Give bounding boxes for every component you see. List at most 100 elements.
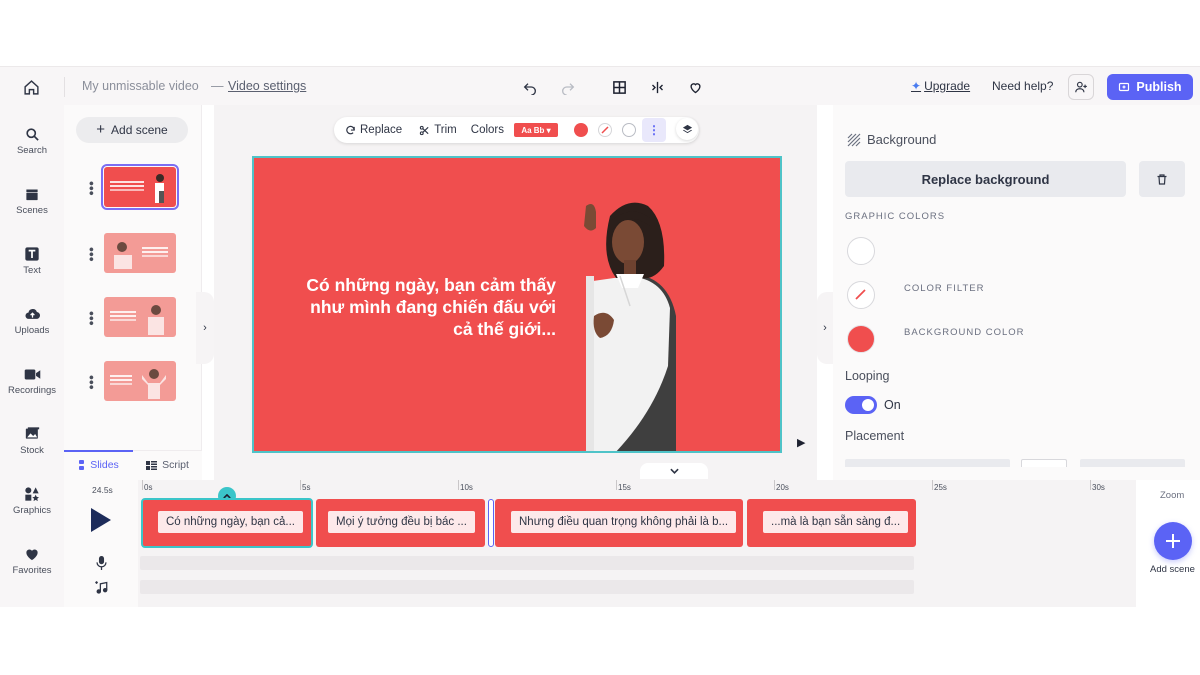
sparkle-icon: ✦	[911, 79, 922, 93]
replace-background-button[interactable]: Replace background	[845, 161, 1126, 197]
thumbnail-figure	[114, 242, 132, 269]
more-options-button[interactable]: ⋮	[642, 118, 666, 142]
character-illustration[interactable]	[572, 196, 676, 453]
nav-graphics[interactable]: Graphics	[0, 479, 64, 529]
collapse-properties-panel-button[interactable]: ›	[817, 292, 833, 364]
ruler-tick: 5s	[299, 480, 311, 492]
trim-button[interactable]: Trim	[419, 124, 457, 136]
thumbnail-figure	[142, 369, 166, 399]
nav-search[interactable]: Search	[0, 119, 64, 169]
chevron-right-icon: ›	[203, 322, 207, 334]
thumbnail-text	[142, 247, 168, 249]
nav-text[interactable]: Text	[0, 239, 64, 289]
publish-label: Publish	[1136, 80, 1182, 94]
add-scene-button[interactable]: + Add scene	[76, 117, 188, 143]
clip-label: Có những ngày, bạn cả...	[158, 511, 303, 533]
music-track[interactable]	[140, 580, 914, 594]
scene-thumbnail-row: •••	[64, 361, 202, 405]
heart-outline-icon[interactable]	[684, 76, 706, 98]
scene-menu-icon[interactable]: •••	[84, 247, 100, 262]
scene-menu-icon[interactable]: •••	[84, 375, 100, 390]
nav-recordings[interactable]: Recordings	[0, 359, 64, 409]
nav-favorites[interactable]: Favorites	[0, 539, 64, 589]
color-palette-badge: Aa Bb ▾	[514, 123, 558, 137]
color-filter-swatch[interactable]	[847, 281, 875, 309]
add-scene-fab-button[interactable]	[1154, 522, 1192, 560]
chevron-up-icon	[223, 493, 231, 499]
placement-input[interactable]	[1021, 459, 1067, 467]
redo-icon[interactable]	[557, 76, 579, 98]
tab-slides[interactable]: Slides	[64, 450, 133, 478]
home-icon[interactable]	[20, 76, 42, 98]
video-name[interactable]: My unmissable video	[82, 79, 199, 93]
grid-icon[interactable]	[608, 76, 630, 98]
tab-label: Slides	[90, 459, 119, 471]
scene-canvas[interactable]: Có những ngày, bạn cảm thấy như mình đan…	[252, 156, 782, 453]
preview-play-icon[interactable]: ▶	[797, 436, 805, 449]
white-swatch[interactable]	[622, 123, 636, 137]
divider	[64, 77, 65, 97]
zoom-label[interactable]: Zoom	[1160, 490, 1184, 501]
scene-thumbnail[interactable]	[104, 297, 176, 337]
trim-label: Trim	[434, 124, 457, 136]
split-icon[interactable]	[646, 76, 668, 98]
top-bar: My unmissable video — Video settings ✦ U…	[0, 66, 1200, 105]
graphic-colors-label: GRAPHIC COLORS	[845, 211, 946, 222]
graphic-color-white[interactable]	[847, 237, 875, 265]
colors-button[interactable]: Colors Aa Bb ▾	[471, 123, 558, 137]
timeline-clip[interactable]: ...mà là bạn sẵn sàng đ...	[747, 499, 916, 547]
undo-icon[interactable]	[519, 76, 541, 98]
trash-icon	[1157, 173, 1167, 185]
nav-label: Graphics	[12, 505, 51, 516]
invite-user-button[interactable]	[1068, 74, 1094, 100]
clip-label: Mọi ý tưởng đều bị bác ...	[328, 511, 475, 533]
placement-control[interactable]	[1080, 459, 1185, 467]
video-settings-link[interactable]: Video settings	[228, 79, 306, 93]
replace-button[interactable]: Replace	[345, 124, 402, 136]
background-pattern-icon	[847, 133, 861, 146]
nav-stock[interactable]: Stock	[0, 419, 64, 469]
timeline-clip[interactable]: Nhưng điều quan trọng không phải là b...	[495, 499, 743, 547]
nav-uploads[interactable]: Uploads	[0, 299, 64, 349]
scene-thumbnail-row: •••	[64, 233, 202, 277]
scene-thumbnail[interactable]	[101, 164, 179, 210]
scene-menu-icon[interactable]: •••	[84, 181, 100, 196]
add-scene-label: Add scene	[111, 123, 168, 137]
layers-icon	[682, 124, 692, 133]
chevron-right-icon: ›	[823, 322, 827, 334]
expand-timeline-button[interactable]	[640, 463, 708, 479]
upgrade-link[interactable]: ✦ Upgrade	[911, 79, 970, 93]
left-nav: Search Scenes Text Uploads Recordings St…	[0, 105, 64, 607]
tab-script[interactable]: Script	[133, 451, 202, 479]
add-music-icon[interactable]	[94, 580, 108, 594]
scene-menu-icon[interactable]: •••	[84, 311, 100, 326]
timeline-controls: 24.5s	[64, 480, 138, 607]
delete-background-button[interactable]	[1139, 161, 1185, 197]
placement-control[interactable]	[845, 459, 1010, 467]
publish-button[interactable]: Publish	[1107, 74, 1193, 100]
nav-label: Stock	[20, 445, 44, 456]
play-icon[interactable]	[89, 506, 113, 534]
nav-label: Recordings	[7, 385, 57, 396]
background-color-swatch[interactable]	[847, 325, 875, 353]
scene-text[interactable]: Có những ngày, bạn cảm thấy như mình đan…	[294, 274, 556, 340]
timeline-clip[interactable]: Mọi ý tưởng đều bị bác ...	[316, 499, 485, 547]
scene-thumbnail[interactable]	[104, 361, 176, 401]
voiceover-track[interactable]	[140, 556, 914, 570]
looping-toggle[interactable]	[845, 396, 877, 414]
need-help-link[interactable]: Need help?	[992, 79, 1053, 93]
clip-split-handle[interactable]	[488, 499, 494, 547]
nav-scenes[interactable]: Scenes	[0, 179, 64, 229]
add-user-icon	[1075, 81, 1087, 93]
timeline-clip[interactable]: Có những ngày, bạn cả...	[141, 498, 313, 548]
timeline-ruler[interactable]: 0s 5s 10s 15s 20s 25s 30s	[140, 480, 1136, 498]
no-color-swatch[interactable]	[598, 123, 612, 137]
timeline: 24.5s 0s 5s 10s 15s 20s 25s 30s Có những…	[64, 480, 1136, 607]
collapse-scenes-panel-button[interactable]: ›	[196, 292, 214, 364]
layers-button[interactable]	[676, 118, 698, 140]
microphone-icon[interactable]	[94, 556, 108, 570]
no-color-slash-icon	[855, 289, 866, 300]
scene-thumbnail[interactable]	[104, 233, 176, 273]
no-color-slash-icon	[601, 126, 609, 134]
red-swatch[interactable]	[574, 123, 588, 137]
